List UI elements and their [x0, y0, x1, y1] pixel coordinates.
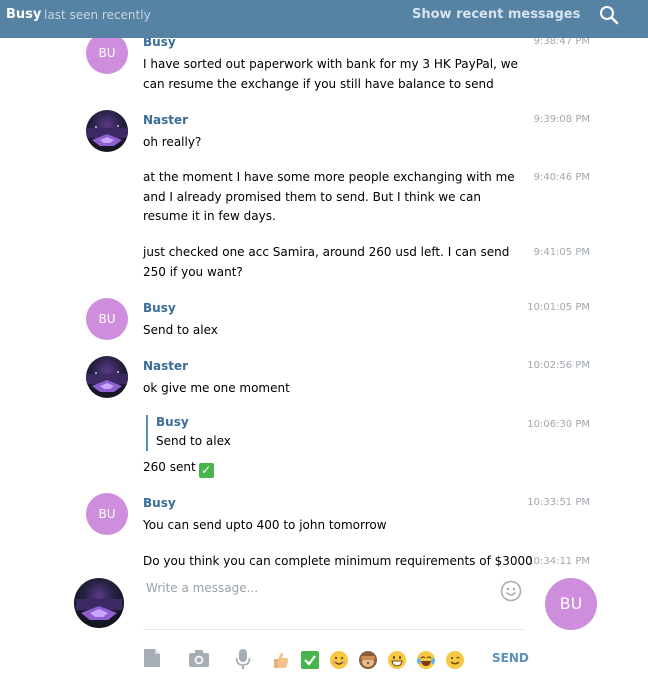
reply-quote[interactable]: Busy Send to alex	[146, 415, 346, 451]
microphone-icon[interactable]	[235, 648, 251, 670]
message-text: I have sorted out paperwork with bank fo…	[143, 57, 518, 91]
message-text: 260 sent ✓	[143, 458, 528, 478]
avatar-naster[interactable]	[86, 110, 128, 152]
reply-text: Send to alex	[156, 434, 231, 448]
message-input[interactable]	[146, 579, 491, 597]
message-time: 9:40:46 PM	[533, 172, 590, 183]
avatar-busy[interactable]: BU	[86, 38, 128, 74]
message-text: just checked one acc Samira, around 260 …	[143, 245, 510, 279]
avatar-busy[interactable]: BU	[86, 493, 128, 535]
message-sender[interactable]: Naster	[143, 113, 188, 127]
show-recent-messages-link[interactable]: Show recent messages	[412, 7, 580, 22]
message-text: You can send upto 400 to john tomorrow	[143, 518, 387, 532]
avatar-busy[interactable]: BU	[86, 298, 128, 340]
message-text: Do you think you can complete minimum re…	[143, 554, 533, 568]
reply-sender: Busy	[156, 415, 189, 429]
message-time: 9:39:08 PM	[533, 114, 590, 125]
message-time: 9:41:05 PM	[533, 247, 590, 258]
file-icon[interactable]	[143, 648, 161, 668]
my-avatar[interactable]: BU	[545, 578, 597, 630]
my-avatar-photo[interactable]	[74, 578, 124, 628]
message-text: oh really?	[143, 135, 202, 149]
message-time: 10:06:30 PM	[527, 419, 590, 430]
message-sender[interactable]: Naster	[143, 359, 188, 373]
smiling-face-emoji-icon[interactable]	[329, 650, 349, 670]
send-button[interactable]: SEND	[492, 651, 529, 665]
message-history[interactable]: BU Busy 9:38:47 PM I have sorted out pap…	[0, 38, 648, 570]
search-icon[interactable]	[598, 4, 620, 26]
message-sender[interactable]: Busy	[143, 301, 176, 315]
avatar-naster[interactable]	[86, 356, 128, 398]
message-text-content: 260 sent	[143, 460, 196, 474]
message-sender[interactable]: Busy	[143, 496, 176, 510]
message-time: 9:38:47 PM	[533, 38, 590, 47]
check-mark-emoji-icon: ✓	[198, 463, 214, 478]
thumbs-up-emoji-icon[interactable]	[271, 650, 291, 670]
grinning-face-emoji-icon[interactable]	[387, 650, 407, 670]
message-time: 10:33:51 PM	[527, 497, 590, 508]
message-time: 10:01:05 PM	[527, 302, 590, 313]
emoji-icon[interactable]	[500, 580, 522, 602]
last-seen-status: last seen recently	[44, 8, 151, 22]
check-mark-emoji-icon[interactable]	[300, 650, 320, 670]
chat-title[interactable]: Busy	[6, 7, 41, 22]
message-text: Send to alex	[143, 323, 218, 337]
input-underline	[143, 629, 525, 630]
message-sender[interactable]: Busy	[143, 38, 176, 49]
message-text: ok give me one moment	[143, 381, 290, 395]
tears-of-joy-emoji-icon[interactable]	[416, 650, 436, 670]
winking-face-emoji-icon[interactable]	[445, 650, 465, 670]
camera-icon[interactable]	[188, 648, 210, 668]
chat-header: Busy last seen recently Show recent mess…	[0, 0, 648, 38]
see-no-evil-monkey-emoji-icon[interactable]	[358, 650, 378, 670]
message-time: 10:02:56 PM	[527, 360, 590, 371]
message-text: at the moment I have some more people ex…	[143, 170, 515, 223]
